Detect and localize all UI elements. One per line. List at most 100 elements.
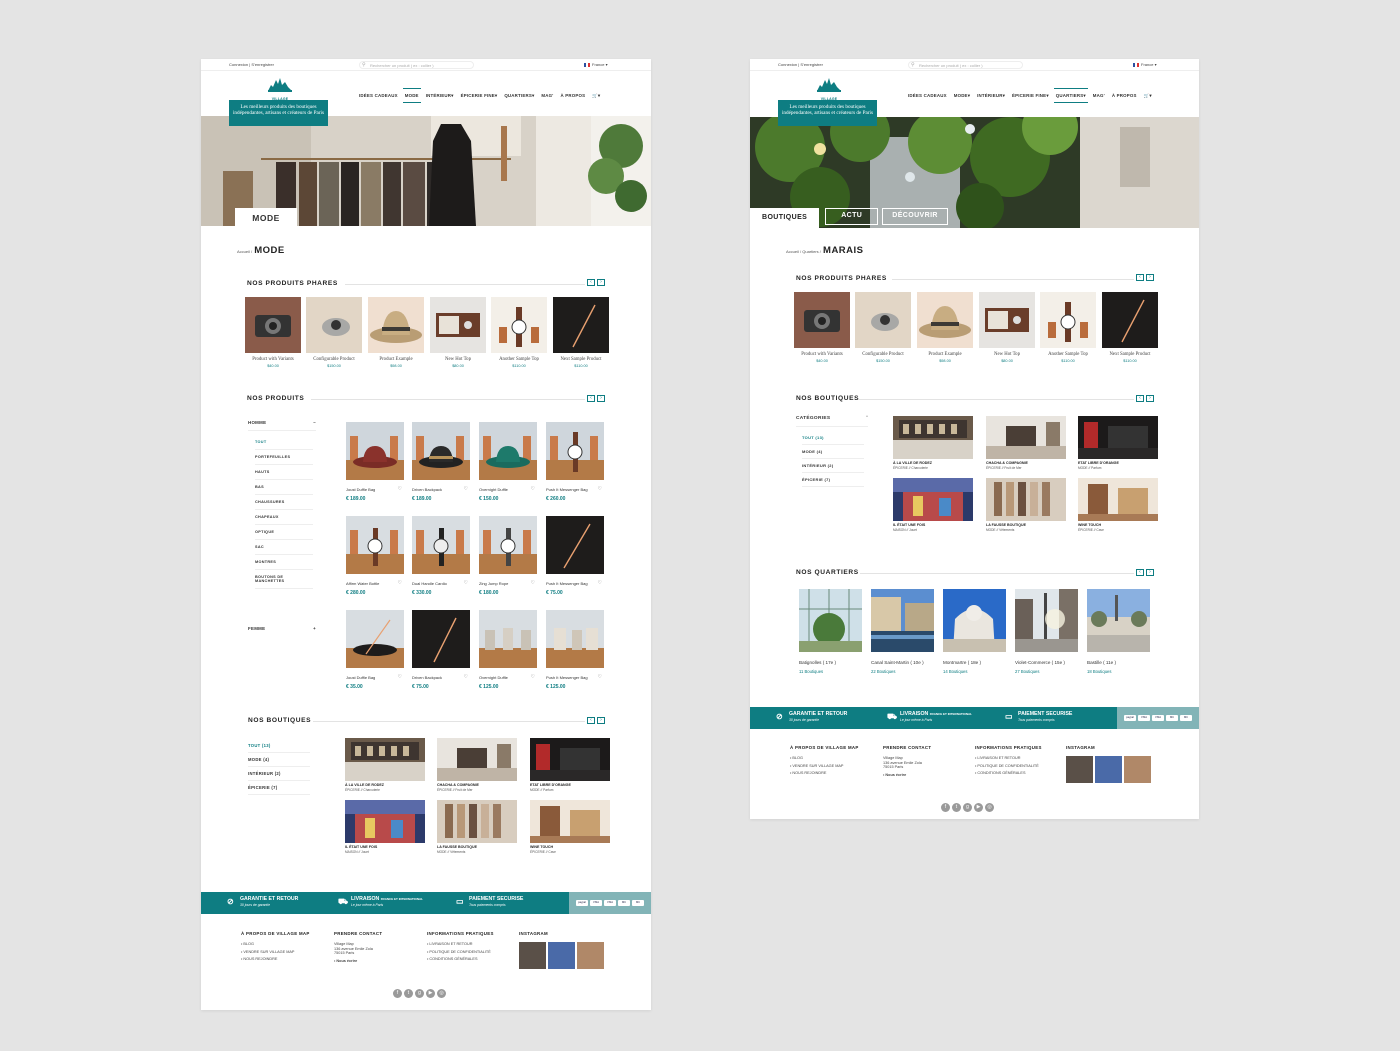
- quartier-count[interactable]: 11 Boutiques: [799, 669, 862, 674]
- heart-icon[interactable]: ♡: [464, 580, 468, 586]
- nav-quartiers[interactable]: QUARTIERS▾: [1053, 88, 1088, 103]
- boutique-image[interactable]: [530, 738, 610, 781]
- product-name[interactable]: Joust Duffle Bag ♡: [346, 674, 404, 680]
- boutique-card[interactable]: IL ÉTAIT UNE FOIS MAISON // Jouet: [345, 800, 425, 854]
- heart-icon[interactable]: ♡: [531, 580, 535, 586]
- tab-boutiques[interactable]: BOUTIQUES: [750, 208, 820, 228]
- quartier-count[interactable]: 18 Boutiques: [1087, 669, 1150, 674]
- footer-link[interactable]: • LIVRAISON ET RETOUR: [975, 756, 1045, 761]
- product-image[interactable]: [245, 297, 301, 353]
- next-arrow-icon[interactable]: ›: [1146, 274, 1154, 281]
- quartier-name[interactable]: Canal Saint-Martin ( 10e ): [871, 660, 934, 665]
- product-name[interactable]: Product Example: [917, 352, 973, 357]
- nav-idees-cadeaux[interactable]: IDÉES CADEAUX: [908, 93, 947, 99]
- boutique-image[interactable]: [893, 478, 973, 521]
- footer-link[interactable]: • CONDITIONS GÉNÉRALES: [427, 957, 497, 962]
- product-card[interactable]: Zing Jump Rope ♡ € 180.00: [479, 516, 537, 596]
- twitter-icon[interactable]: t: [404, 989, 413, 998]
- footer-link[interactable]: • NOUS REJOINDRE: [790, 771, 859, 776]
- footer-link[interactable]: • LIVRAISON ET RETOUR: [427, 942, 497, 947]
- nav-mode[interactable]: MODE: [402, 88, 421, 103]
- search-input[interactable]: ⚲ Rechercher un produit ( ex : collier ): [359, 61, 474, 69]
- product-image[interactable]: [479, 610, 537, 668]
- product-name[interactable]: Dual Handle Cardio ♡: [412, 580, 470, 586]
- product-card[interactable]: Push It Messenger Bag ♡ € 260.00: [546, 422, 604, 502]
- boutique-card[interactable]: IL ÉTAIT UNE FOIS MAISON // Jouet: [893, 478, 973, 532]
- product-name[interactable]: New Hot Top: [979, 352, 1035, 357]
- footer-link[interactable]: • BLOG: [790, 756, 859, 761]
- boutique-card[interactable]: À LA VILLE DE RODEZ ÉPICERIE // Charcuter…: [345, 738, 425, 792]
- tab-decouvrir[interactable]: DÉCOUVRIR: [882, 208, 948, 225]
- quartier-card[interactable]: Montmartre ( 18e ) 14 Boutiques: [943, 589, 1006, 674]
- boutique-name[interactable]: CHACHA & COMPAGNIE: [437, 783, 517, 787]
- boutique-image[interactable]: [345, 738, 425, 781]
- instagram-photo[interactable]: [1124, 756, 1151, 783]
- product-name[interactable]: Push It Messenger Bag ♡: [546, 674, 604, 680]
- tab-actu[interactable]: ACTU: [825, 208, 879, 225]
- product-image[interactable]: [430, 297, 486, 353]
- product-image[interactable]: [491, 297, 547, 353]
- boutique-image[interactable]: [345, 800, 425, 843]
- cart-icon[interactable]: 🛒▾: [1144, 93, 1152, 99]
- boutique-card[interactable]: À LA VILLE DE RODEZ ÉPICERIE // Charcuter…: [893, 416, 973, 470]
- product-card[interactable]: Push It Messenger Bag ♡ € 125.00: [546, 610, 604, 690]
- product-name[interactable]: Push It Messenger Bag ♡: [546, 486, 604, 492]
- product-image[interactable]: [412, 422, 470, 480]
- boutique-filter[interactable]: ÉPICERIE (7): [248, 781, 310, 795]
- google-plus-icon[interactable]: g: [963, 803, 972, 812]
- product-name[interactable]: Another Sample Top: [1040, 352, 1096, 357]
- nav-a-propos[interactable]: À PROPOS: [1112, 93, 1137, 99]
- product-name[interactable]: Driven Backpack ♡: [412, 674, 470, 680]
- prev-arrow-icon[interactable]: ‹: [1136, 569, 1144, 576]
- account-links[interactable]: Connexion | S'enregistrer: [229, 62, 274, 67]
- language-selector[interactable]: France ▾: [1133, 62, 1157, 67]
- quartier-image[interactable]: [1015, 589, 1078, 652]
- footer-link[interactable]: • VENDRE SUR VILLAGE MAP: [241, 950, 310, 955]
- product-name[interactable]: Next Sample Product: [553, 357, 609, 362]
- quartier-count[interactable]: 14 Boutiques: [943, 669, 1006, 674]
- footer-link[interactable]: • CONDITIONS GÉNÉRALES: [975, 771, 1045, 776]
- boutique-name[interactable]: À LA VILLE DE RODEZ: [893, 461, 973, 465]
- nav-epicerie-fine[interactable]: ÉPICERIE FINE▾: [461, 93, 498, 99]
- boutique-name[interactable]: À LA VILLE DE RODEZ: [345, 783, 425, 787]
- product-image[interactable]: [979, 292, 1035, 348]
- next-arrow-icon[interactable]: ›: [597, 717, 605, 724]
- boutique-card[interactable]: LA FAUSSE BOUTIQUE MODE // Vêtements: [437, 800, 517, 854]
- cart-icon[interactable]: 🛒▾: [592, 93, 600, 99]
- boutique-image[interactable]: [1078, 478, 1158, 521]
- product-name[interactable]: Next Sample Product: [1102, 352, 1158, 357]
- product-image[interactable]: [546, 610, 604, 668]
- product-image[interactable]: [368, 297, 424, 353]
- featured-product[interactable]: Configurable Product $150.00: [306, 297, 362, 368]
- product-name[interactable]: Overnight Duffle ♡: [479, 486, 537, 492]
- boutique-card[interactable]: WINE TOUCH ÉPICERIE // Cave: [1078, 478, 1158, 532]
- subcategory-item[interactable]: BAS: [255, 480, 313, 495]
- product-card[interactable]: Joust Duffle Bag ♡ € 189.00: [346, 422, 404, 502]
- heart-icon[interactable]: ♡: [464, 674, 468, 680]
- product-image[interactable]: [479, 422, 537, 480]
- category-homme[interactable]: HOMME –: [248, 415, 316, 431]
- boutique-card[interactable]: LA FAUSSE BOUTIQUE MODE // Vêtements: [986, 478, 1066, 532]
- footer-link[interactable]: • VENDRE SUR VILLAGE MAP: [790, 764, 859, 769]
- nav-idees-cadeaux[interactable]: IDÉES CADEAUX: [359, 93, 398, 99]
- heart-icon[interactable]: ♡: [398, 580, 402, 586]
- quartier-card[interactable]: Bastille ( 11e ) 18 Boutiques: [1087, 589, 1150, 674]
- product-name[interactable]: Joust Duffle Bag ♡: [346, 486, 404, 492]
- youtube-icon[interactable]: ▶: [426, 989, 435, 998]
- next-arrow-icon[interactable]: ›: [597, 279, 605, 286]
- instagram-photo[interactable]: [1066, 756, 1093, 783]
- boutique-card[interactable]: ETAT LIBRE D'ORANGE MODE // Parfum: [1078, 416, 1158, 470]
- boutique-card[interactable]: CHACHA & COMPAGNIE ÉPICERIE // Fruit de M…: [986, 416, 1066, 470]
- quartier-card[interactable]: Batignolles ( 17e ) 11 Boutiques: [799, 589, 862, 674]
- boutique-name[interactable]: CHACHA & COMPAGNIE: [986, 461, 1066, 465]
- product-name[interactable]: Configurable Product: [855, 352, 911, 357]
- product-image[interactable]: [794, 292, 850, 348]
- product-card[interactable]: Affirm Water Bottle ♡ € 280.00: [346, 516, 404, 596]
- quartier-image[interactable]: [871, 589, 934, 652]
- product-name[interactable]: Product with Variants: [794, 352, 850, 357]
- product-card[interactable]: Driven Backpack ♡ € 75.00: [412, 610, 470, 690]
- footer-link[interactable]: • BLOG: [241, 942, 310, 947]
- instagram-icon[interactable]: ◎: [985, 803, 994, 812]
- quartier-card[interactable]: Canal Saint-Martin ( 10e ) 22 Boutiques: [871, 589, 934, 674]
- product-image[interactable]: [412, 610, 470, 668]
